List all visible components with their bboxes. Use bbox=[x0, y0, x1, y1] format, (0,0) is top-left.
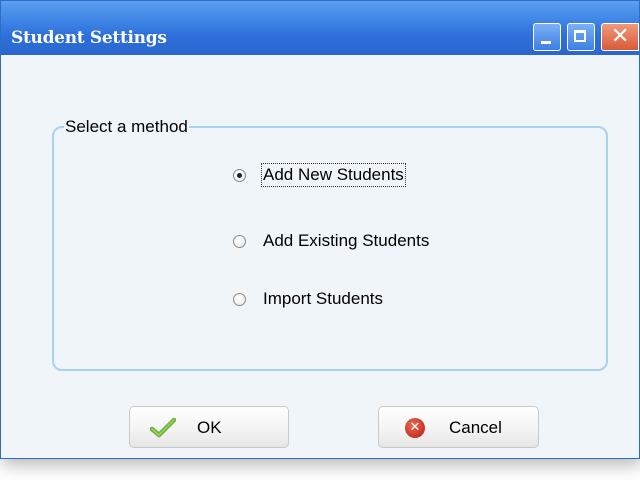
option-add-new-students[interactable]: Add New Students bbox=[233, 163, 406, 187]
maximize-icon bbox=[574, 30, 586, 42]
ok-label: OK bbox=[197, 418, 222, 437]
option-label: Add Existing Students bbox=[263, 231, 430, 250]
option-import-students[interactable]: Import Students bbox=[233, 287, 383, 311]
option-add-existing-students[interactable]: Add Existing Students bbox=[233, 229, 429, 253]
cancel-x-icon: ✕ bbox=[405, 418, 425, 438]
window-title: Student Settings bbox=[11, 28, 167, 48]
option-label: Add New Students bbox=[261, 163, 406, 187]
close-button[interactable]: ✕ bbox=[601, 23, 639, 51]
radio-button[interactable] bbox=[233, 234, 246, 248]
minimize-button[interactable] bbox=[533, 23, 561, 51]
student-settings-dialog: Student Settings ✕ Select a method Add N… bbox=[0, 0, 640, 459]
title-bar[interactable]: Student Settings ✕ bbox=[1, 1, 639, 55]
maximize-button[interactable] bbox=[567, 23, 595, 51]
minimize-icon bbox=[541, 41, 551, 44]
groupbox-legend: Select a method bbox=[64, 117, 189, 137]
checkmark-icon bbox=[150, 417, 176, 438]
cancel-label: Cancel bbox=[449, 418, 502, 437]
ok-button[interactable]: OK bbox=[129, 406, 289, 448]
radio-button-checked[interactable] bbox=[233, 168, 246, 182]
cancel-button[interactable]: ✕ Cancel bbox=[378, 406, 539, 448]
close-icon: ✕ bbox=[611, 24, 630, 49]
option-label: Import Students bbox=[263, 289, 384, 308]
radio-button[interactable] bbox=[233, 292, 246, 306]
